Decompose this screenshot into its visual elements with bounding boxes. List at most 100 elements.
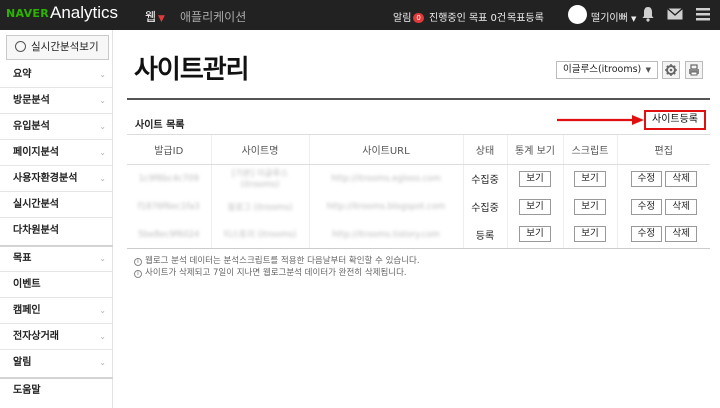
info-note: i 웹로그 분석 데이터는 분석스크립트를 적용한 다음날부터 확인할 수 있습니… — [134, 255, 420, 267]
user-name: 떨기이뻐 — [591, 13, 628, 24]
sidebar-item-summary[interactable]: 요약 ⌄ — [0, 62, 113, 88]
info-note-text: 웹로그 분석 데이터는 분석스크립트를 적용한 다음날부터 확인할 수 있습니다… — [145, 256, 420, 266]
realtime-analysis-button[interactable]: 실시간분석보기 — [6, 35, 109, 60]
info-notes: i 웹로그 분석 데이터는 분석스크립트를 적용한 다음날부터 확인할 수 있습니… — [134, 255, 420, 279]
user-menu[interactable]: 떨기이뻐 ▼ — [591, 9, 636, 24]
chevron-down-icon: ⌄ — [99, 358, 106, 367]
site-name: 티스토리 (itrooms) — [223, 230, 297, 241]
title-divider — [127, 98, 710, 100]
sidebar-item-goal[interactable]: 목표 ⌄ — [0, 246, 113, 272]
sidebar-item-inflow-analysis[interactable]: 유입분석 ⌄ — [0, 114, 113, 140]
product-title[interactable]: Analytics — [50, 3, 118, 23]
sidebar-item-label: 알림 — [13, 357, 32, 368]
tab-application[interactable]: 애플리케이션 — [180, 8, 246, 25]
sidebar-item-label: 실시간분석 — [13, 199, 59, 210]
alert-count-badge: 0 — [413, 13, 424, 23]
table-row: f1876f6ec1fa3 블로그 (itrooms) http://itroo… — [127, 192, 710, 221]
edit-button[interactable]: 수정 — [630, 170, 663, 187]
delete-button[interactable]: 삭제 — [665, 198, 697, 215]
menu-icon[interactable] — [696, 8, 710, 21]
sidebar-item-user-env-analysis[interactable]: 사용자환경분석 ⌄ — [0, 166, 113, 192]
column-header-script: 스크립트 — [562, 134, 617, 165]
site-register-button[interactable]: 사이트등록 — [644, 110, 706, 130]
page-title: 사이트관리 — [134, 55, 250, 85]
column-header-site-name: 사이트명 — [210, 134, 309, 165]
realtime-analysis-label: 실시간분석보기 — [31, 41, 99, 53]
column-header-stats: 통계 보기 — [506, 134, 563, 165]
sidebar-item-multidim-analysis[interactable]: 다차원분석 — [0, 218, 113, 244]
chevron-down-icon: ⌄ — [99, 96, 106, 105]
bell-icon[interactable] — [641, 6, 655, 22]
sidebar-item-alerts[interactable]: 알림 ⌄ — [0, 350, 113, 376]
sidebar-item-label: 유입분석 — [13, 121, 50, 132]
info-note-text: 사이트가 삭제되고 7일이 지나면 웹로그분석 데이터가 완전히 삭제됩니다. — [145, 268, 407, 278]
sidebar-item-page-analysis[interactable]: 페이지분석 ⌄ — [0, 140, 113, 166]
view-script-button[interactable]: 보기 — [574, 198, 606, 215]
column-header-edit: 편집 — [616, 134, 710, 165]
alerts-link[interactable]: 알림 0 — [393, 9, 424, 24]
site-url: http://itrooms.blogspot.com — [326, 202, 446, 212]
sidebar-item-label: 요약 — [13, 69, 32, 80]
site-id: 5be8ec9f6024 — [138, 229, 200, 240]
site-select-value: 이글루스(itrooms) — [563, 64, 642, 75]
sidebar-item-label: 전자상거래 — [13, 331, 59, 342]
sidebar-item-help[interactable]: 도움말 — [0, 378, 113, 404]
view-script-button[interactable]: 보기 — [574, 226, 606, 243]
clock-icon — [15, 41, 26, 52]
chevron-down-icon: ▼ — [631, 15, 637, 23]
site-id: 1c9f6bc4c709 — [138, 174, 199, 185]
view-stats-button[interactable]: 보기 — [519, 198, 551, 215]
chevron-down-icon: ⌄ — [99, 70, 106, 79]
chevron-down-icon: ⌄ — [99, 174, 106, 183]
tab-web[interactable]: 웹 ▼ — [145, 8, 165, 25]
chevron-down-icon: ⌄ — [99, 306, 106, 315]
mail-icon[interactable] — [667, 8, 683, 20]
goal-status-link[interactable]: 진행중인 목표 0건 — [429, 9, 506, 24]
sidebar-item-visit-analysis[interactable]: 방문분석 ⌄ — [0, 88, 113, 114]
settings-button[interactable] — [662, 61, 680, 79]
gear-icon — [665, 64, 677, 76]
view-stats-button[interactable]: 보기 — [519, 170, 551, 187]
info-icon: i — [134, 258, 142, 266]
site-name: 블로그 (itrooms) — [227, 202, 293, 213]
table-row: 5be8ec9f6024 티스토리 (itrooms) http://itroo… — [127, 220, 710, 249]
site-url: http://itrooms.egloos.com — [331, 174, 441, 185]
alerts-label: 알림 — [393, 13, 412, 24]
sidebar-item-ecommerce[interactable]: 전자상거래 ⌄ — [0, 324, 113, 350]
printer-icon — [689, 64, 699, 76]
sidebar-item-realtime-analysis[interactable]: 실시간분석 — [0, 192, 113, 218]
delete-button[interactable]: 삭제 — [665, 226, 697, 243]
site-url: http://itrooms.tistory.com — [332, 229, 440, 240]
site-list-heading: 사이트 목록 — [135, 120, 185, 131]
view-stats-button[interactable]: 보기 — [519, 226, 551, 243]
sidebar-item-label: 다차원분석 — [13, 225, 59, 236]
sidebar-item-campaign[interactable]: 캠페인 ⌄ — [0, 298, 113, 324]
chevron-down-icon: ⌄ — [99, 148, 106, 157]
view-script-button[interactable]: 보기 — [574, 170, 606, 187]
site-id: f1876f6ec1fa3 — [137, 202, 200, 212]
table-row: 1c9f6bc4c709 [기본] 이글루스 (itrooms) http://… — [127, 164, 710, 193]
status: 등록 — [462, 220, 507, 249]
column-header-status: 상태 — [462, 134, 507, 165]
chevron-down-icon: ⌄ — [99, 122, 106, 131]
edit-button[interactable]: 수정 — [630, 198, 663, 215]
site-table: 발급ID 사이트명 사이트URL 상태 통계 보기 스크립트 편집 1c9f6b… — [127, 134, 710, 249]
chevron-down-icon: ⌄ — [99, 254, 106, 263]
site-name: [기본] 이글루스 (itrooms) — [231, 169, 289, 191]
sidebar-item-event[interactable]: 이벤트 — [0, 272, 113, 298]
top-bar: NAVER Analytics 웹 ▼ 애플리케이션 알림 0 진행중인 목표 0건… — [0, 0, 720, 30]
column-header-site-url: 사이트URL — [308, 134, 463, 165]
print-button[interactable] — [685, 61, 703, 79]
goal-register-link[interactable]: 목표등록 — [507, 9, 544, 24]
chevron-down-icon: ▼ — [158, 14, 165, 24]
delete-button[interactable]: 삭제 — [665, 170, 697, 187]
avatar[interactable] — [568, 5, 587, 24]
site-select[interactable]: 이글루스(itrooms) ▼ — [556, 61, 658, 79]
sidebar-item-label: 방문분석 — [13, 95, 50, 106]
naver-logo[interactable]: NAVER — [6, 7, 49, 20]
status: 수집중 — [462, 192, 507, 221]
chevron-down-icon: ⌄ — [99, 332, 106, 341]
sidebar-item-label: 이벤트 — [13, 279, 41, 290]
edit-button[interactable]: 수정 — [630, 226, 663, 243]
arrow-right-icon — [557, 115, 644, 125]
